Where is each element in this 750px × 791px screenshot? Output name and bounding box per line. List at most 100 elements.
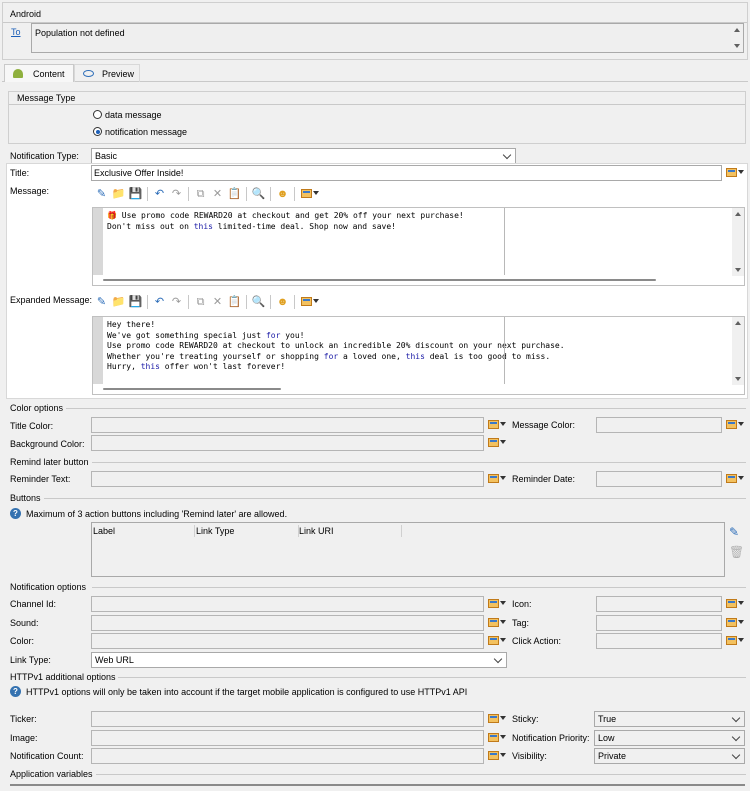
httpv1-info-text: HTTPv1 options will only be taken into a… xyxy=(26,687,468,697)
expanded-line: We've got something special just for you… xyxy=(107,330,305,340)
to-field[interactable]: Population not defined xyxy=(31,23,744,53)
save-icon[interactable]: 💾 xyxy=(127,294,144,310)
priority-select[interactable]: Low xyxy=(594,730,745,746)
background-color-picker[interactable] xyxy=(487,436,506,450)
divider xyxy=(92,587,746,588)
color-input[interactable] xyxy=(91,633,484,649)
buttons-table[interactable]: Label Link Type Link URI xyxy=(91,522,725,577)
reminder-text-input[interactable] xyxy=(91,471,484,487)
column-header-label[interactable]: Label xyxy=(93,525,195,537)
image-label: Image: xyxy=(10,733,38,743)
message-editor[interactable]: 🎁 Use promo code REWARD20 at checkout an… xyxy=(92,207,745,286)
click-action-personalize[interactable] xyxy=(725,634,744,648)
redo-icon[interactable]: ↷ xyxy=(168,294,185,310)
expanded-line: Hurry, this offer won't last forever! xyxy=(107,362,286,371)
find-icon[interactable]: 🔍 xyxy=(250,294,267,310)
radio-notification-message-label[interactable]: notification message xyxy=(105,126,187,138)
undo-icon[interactable]: ↶ xyxy=(151,294,168,310)
sticky-select[interactable]: True xyxy=(594,711,745,727)
reminder-date-personalize[interactable] xyxy=(725,472,744,486)
click-action-input[interactable] xyxy=(596,633,722,649)
icon-personalize[interactable] xyxy=(725,597,744,611)
paste-icon[interactable]: 📋 xyxy=(226,186,243,202)
sound-label: Sound: xyxy=(10,618,39,628)
message-type-title: Message Type xyxy=(17,93,76,103)
sticky-label: Sticky: xyxy=(512,714,539,724)
title-input[interactable]: Exclusive Offer Inside! xyxy=(91,165,722,181)
title-color-picker[interactable] xyxy=(487,418,506,432)
link-type-select[interactable]: Web URL xyxy=(91,652,507,668)
visibility-value: Private xyxy=(598,751,627,761)
copy-icon[interactable]: ⧉ xyxy=(192,294,209,310)
to-scrollbar[interactable] xyxy=(731,24,743,52)
cut-icon[interactable]: ✕ xyxy=(209,294,226,310)
radio-notification-message[interactable] xyxy=(93,127,102,136)
column-header-link-type[interactable]: Link Type xyxy=(196,525,299,537)
tag-label: Tag: xyxy=(512,618,530,628)
channel-id-input[interactable] xyxy=(91,596,484,612)
icon-label: Icon: xyxy=(512,599,532,609)
title-color-input[interactable] xyxy=(91,417,484,433)
channel-id-personalize[interactable] xyxy=(487,597,506,611)
tag-personalize[interactable] xyxy=(725,616,744,630)
icon-input[interactable] xyxy=(596,596,722,612)
notification-options-title: Notification options xyxy=(10,582,87,592)
reminder-date-input[interactable] xyxy=(596,471,722,487)
tag-input[interactable] xyxy=(596,615,722,631)
folder-open-icon[interactable]: 📁 xyxy=(110,294,127,310)
find-icon[interactable]: 🔍 xyxy=(250,186,267,202)
expanded-vscroll[interactable] xyxy=(732,317,744,385)
message-line: 🎁 Use promo code REWARD20 at checkout an… xyxy=(107,211,464,220)
message-color-input[interactable] xyxy=(596,417,722,433)
image-input[interactable] xyxy=(91,730,484,746)
add-button-icon[interactable]: ✎ xyxy=(729,525,739,539)
image-personalize[interactable] xyxy=(487,731,506,745)
copy-icon[interactable]: ⧉ xyxy=(192,186,209,202)
cut-icon[interactable]: ✕ xyxy=(209,186,226,202)
click-action-label: Click Action: xyxy=(512,636,562,646)
reminder-text-personalize[interactable] xyxy=(487,472,506,486)
radio-data-message[interactable] xyxy=(93,110,102,119)
bottom-scroll-track[interactable] xyxy=(10,784,745,786)
insert-menu-icon[interactable] xyxy=(298,294,320,310)
ticker-input[interactable] xyxy=(91,711,484,727)
paste-icon[interactable]: 📋 xyxy=(226,294,243,310)
notification-type-select[interactable]: Basic xyxy=(91,148,516,164)
notification-count-input[interactable] xyxy=(91,748,484,764)
expanded-message-editor[interactable]: Hey there! We've got something special j… xyxy=(92,316,745,395)
personalize-icon[interactable]: ✎ xyxy=(93,294,110,310)
undo-icon[interactable]: ↶ xyxy=(151,186,168,202)
insert-menu-icon[interactable] xyxy=(298,186,320,202)
notification-count-personalize[interactable] xyxy=(487,749,506,763)
tab-preview[interactable]: Preview xyxy=(74,64,140,82)
column-header-link-uri[interactable]: Link URI xyxy=(299,525,402,537)
save-icon[interactable]: 💾 xyxy=(127,186,144,202)
expanded-message-text[interactable]: Hey there! We've got something special j… xyxy=(107,320,565,373)
personalize-icon[interactable]: ✎ xyxy=(93,186,110,202)
message-vscroll[interactable] xyxy=(732,208,744,276)
message-color-picker[interactable] xyxy=(725,418,744,432)
visibility-select[interactable]: Private xyxy=(594,748,745,764)
priority-value: Low xyxy=(598,733,615,743)
message-type-group: Message Type data message notification m… xyxy=(8,91,746,144)
background-color-input[interactable] xyxy=(91,435,484,451)
radio-data-message-label[interactable]: data message xyxy=(105,109,162,121)
ticker-personalize[interactable] xyxy=(487,712,506,726)
message-hscroll[interactable] xyxy=(103,276,733,284)
color-picker[interactable] xyxy=(487,634,506,648)
title-personalize-button[interactable] xyxy=(725,166,744,180)
title-label: Title: xyxy=(10,168,30,178)
sound-input[interactable] xyxy=(91,615,484,631)
emoji-icon[interactable]: ☻ xyxy=(274,294,291,310)
section-title-android: Android xyxy=(10,9,42,19)
expanded-hscroll[interactable] xyxy=(103,385,733,393)
message-text[interactable]: 🎁 Use promo code REWARD20 at checkout an… xyxy=(107,211,464,232)
delete-icon[interactable]: 🗑 xyxy=(729,545,744,559)
emoji-icon[interactable]: ☻ xyxy=(274,186,291,202)
tab-content[interactable]: Content xyxy=(4,64,74,82)
remind-later-title: Remind later button xyxy=(10,457,89,467)
folder-open-icon[interactable]: 📁 xyxy=(110,186,127,202)
sound-personalize[interactable] xyxy=(487,616,506,630)
redo-icon[interactable]: ↷ xyxy=(168,186,185,202)
to-link[interactable]: To xyxy=(11,26,21,38)
